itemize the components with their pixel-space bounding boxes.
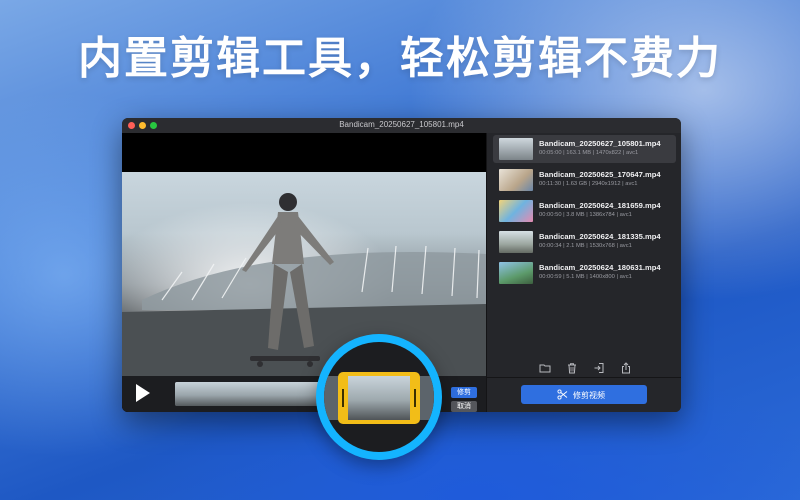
trim-button[interactable]: 修剪 xyxy=(451,387,477,398)
cancel-button[interactable]: 取消 xyxy=(451,401,477,412)
timeline-frame xyxy=(175,382,209,406)
timeline-frame xyxy=(241,382,275,406)
video-frame[interactable] xyxy=(122,172,486,376)
trim-start-grip[interactable] xyxy=(342,389,344,407)
magnifier-view xyxy=(324,342,434,452)
sidebar-divider xyxy=(487,377,681,378)
file-meta: 00:05:00 | 163.1 MB | 1470x822 | avc1 xyxy=(539,150,639,156)
file-name: Bandicam_20250624_181335.mp4 xyxy=(539,232,661,241)
file-name: Bandicam_20250624_180631.mp4 xyxy=(539,263,661,272)
trim-video-label: 修剪视频 xyxy=(573,391,605,400)
trim-range-handle[interactable] xyxy=(338,372,420,424)
timeline-frame xyxy=(208,382,242,406)
file-list-item[interactable]: Bandicam_20250624_181335.mp4 00:00:34 | … xyxy=(493,228,676,256)
trim-handle-magnifier xyxy=(316,334,442,460)
trim-video-button[interactable]: 修剪视频 xyxy=(521,385,647,404)
headline: 内置剪辑工具，轻松剪辑不费力 xyxy=(78,34,722,83)
folder-icon[interactable] xyxy=(539,362,551,374)
file-list-item[interactable]: Bandicam_20250624_180631.mp4 00:00:59 | … xyxy=(493,259,676,287)
trash-icon[interactable] xyxy=(566,362,578,374)
file-list-item[interactable]: Bandicam_20250627_105801.mp4 00:05:00 | … xyxy=(493,135,676,163)
file-list-sidebar: Bandicam_20250627_105801.mp4 00:05:00 | … xyxy=(486,133,681,412)
trim-end-grip[interactable] xyxy=(414,389,416,407)
file-name: Bandicam_20250624_181659.mp4 xyxy=(539,201,661,210)
file-thumbnail xyxy=(499,200,533,222)
scissors-icon xyxy=(557,389,568,400)
file-meta: 00:00:34 | 2.1 MB | 1530x768 | avc1 xyxy=(539,243,632,249)
title-bar: Bandicam_20250627_105801.mp4 xyxy=(122,118,681,134)
timeline-frame xyxy=(274,382,308,406)
file-name: Bandicam_20250627_105801.mp4 xyxy=(539,139,661,148)
file-thumbnail xyxy=(499,231,533,253)
file-meta: 00:11:30 | 1.63 GB | 2940x1912 | avc1 xyxy=(539,181,638,187)
trim-range-clip xyxy=(348,376,410,420)
file-list-item[interactable]: Bandicam_20250625_170647.mp4 00:11:30 | … xyxy=(493,166,676,194)
file-name: Bandicam_20250625_170647.mp4 xyxy=(539,170,661,179)
file-thumbnail xyxy=(499,169,533,191)
file-meta: 00:00:50 | 3.8 MB | 1386x784 | avc1 xyxy=(539,212,632,218)
file-meta: 00:00:59 | 5.1 MB | 1400x800 | avc1 xyxy=(539,274,632,280)
import-icon[interactable] xyxy=(593,362,605,374)
file-list-item[interactable]: Bandicam_20250624_181659.mp4 00:00:50 | … xyxy=(493,197,676,225)
window-title: Bandicam_20250627_105801.mp4 xyxy=(339,120,464,129)
file-thumbnail xyxy=(499,262,533,284)
video-scene-image xyxy=(122,172,486,376)
file-thumbnail xyxy=(499,138,533,160)
share-icon[interactable] xyxy=(620,362,632,374)
play-button[interactable] xyxy=(136,384,150,402)
